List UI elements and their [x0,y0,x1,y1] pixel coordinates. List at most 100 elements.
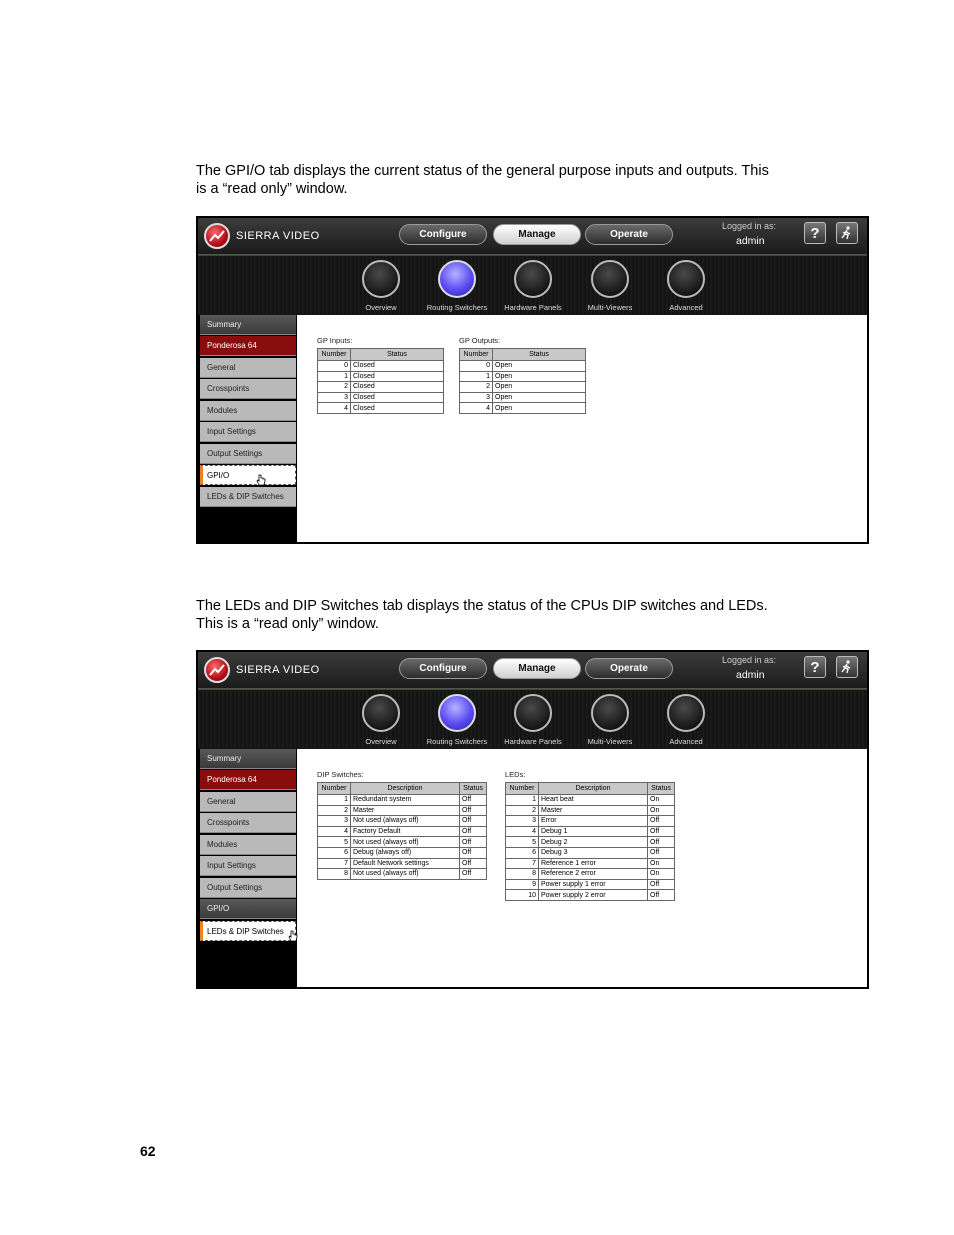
table-cell: Off [647,836,675,848]
table-cell: Power supply 2 error [538,889,648,901]
sidebar-item-input-settings[interactable]: Input Settings [200,422,296,442]
sidebar-item-ponderosa-64[interactable]: Ponderosa 64 [200,770,296,790]
sidebar-item-output-settings[interactable]: Output Settings [200,444,296,464]
advanced-tab-icon[interactable] [667,260,705,298]
sidebar-item-gpio[interactable]: GPI/O [200,899,296,919]
advanced-tab-icon[interactable] [667,694,705,732]
column-header: Description [538,782,648,795]
sidebar-item-ponderosa-64[interactable]: Ponderosa 64 [200,336,296,356]
overview-tab-label[interactable]: Overview [341,737,421,746]
table-cell: 1 [317,794,351,806]
page-number: 62 [140,1143,156,1159]
sidebar-item-modules[interactable]: Modules [200,835,296,855]
routing-switchers-tab-icon[interactable] [438,260,476,298]
advanced-tab-label[interactable]: Advanced [646,303,726,312]
table-cell: 2 [317,804,351,817]
hardware-panels-tab-icon[interactable] [514,694,552,732]
multi-viewers-tab-icon[interactable] [591,260,629,298]
table-cell: 2 [459,381,493,393]
sidebar-item-input-settings[interactable]: Input Settings [200,856,296,876]
sidebar-item-modules[interactable]: Modules [200,401,296,421]
table-cell: 6 [505,846,539,859]
table-row: 0 Closed [317,360,444,372]
brand-name: SIERRA VIDEO [236,664,320,676]
app-header: SIERRA VIDEO Configure Manage Operate Lo… [198,218,867,255]
table-cell: 7 [505,857,539,870]
hardware-panels-tab-label[interactable]: Hardware Panels [493,303,573,312]
overview-tab-label[interactable]: Overview [341,303,421,312]
table-cell: Off [647,825,675,838]
main-content: GP Inputs: Number Status 0 Closed 1 Closed 2 Clo… [297,315,867,542]
routing-switchers-tab-label[interactable]: Routing Switchers [417,737,497,746]
multi-viewers-tab-icon[interactable] [591,694,629,732]
sidebar-item-summary[interactable]: Summary [200,749,296,769]
sidebar-item-summary[interactable]: Summary [200,315,296,335]
table-row: 1 Heart beat On [505,794,675,806]
column-header: Number [459,348,493,361]
app-header: SIERRA VIDEO Configure Manage Operate Lo… [198,652,867,689]
table-row: 1 Redundant system Off [317,794,487,806]
sidebar-item-gpio[interactable]: GPI/O [200,465,296,485]
icon-tab-bar: Overview Routing Switchers Hardware Pane… [198,689,867,749]
sidebar-item-leds-dip-switches[interactable]: LEDs & DIP Switches [200,921,296,941]
hardware-panels-tab-label[interactable]: Hardware Panels [493,737,573,746]
configure-button[interactable]: Configure [399,658,487,679]
table-cell: 4 [459,402,493,414]
table-cell: Off [459,846,487,859]
column-header: Status [492,348,586,361]
table-cell: 4 [317,402,351,414]
sidebar-item-crosspoints[interactable]: Crosspoints [200,379,296,399]
table-row: 5 Not used (always off) Off [317,836,487,848]
table-row: 4 Open [459,402,586,414]
leds-title: LEDs: [505,770,526,779]
table-cell: 2 [505,804,539,817]
operate-button[interactable]: Operate [585,224,673,245]
leds-dip-screenshot: SIERRA VIDEO Configure Manage Operate Lo… [196,650,869,989]
logout-icon[interactable] [836,656,858,678]
sidebar-item-output-settings[interactable]: Output Settings [200,878,296,898]
table-row: 6 Debug 3 Off [505,846,675,859]
logged-in-label: Logged in as: [722,221,777,231]
sidebar: Summary Ponderosa 64 General Crosspoints… [198,315,296,542]
multi-viewers-tab-label[interactable]: Multi-Viewers [570,303,650,312]
table-cell: On [647,868,675,880]
table-cell: 5 [505,836,539,848]
brand-name: SIERRA VIDEO [236,230,320,242]
table-row: 9 Power supply 1 error Off [505,878,675,891]
overview-tab-icon[interactable] [362,694,400,732]
hand-cursor-icon [256,474,266,486]
configure-button[interactable]: Configure [399,224,487,245]
sidebar-item-crosspoints[interactable]: Crosspoints [200,813,296,833]
table-cell: 1 [459,370,493,383]
table-cell: Open [492,391,586,404]
sidebar-item-leds-dip-switches[interactable]: LEDs & DIP Switches [200,487,296,507]
routing-switchers-tab-icon[interactable] [438,694,476,732]
table-cell: 3 [459,391,493,404]
paragraph-line: The GPI/O tab displays the current statu… [196,163,769,179]
table-cell: Default Network settings [350,857,460,870]
table-cell: Open [492,370,586,383]
table-cell: 0 [459,360,493,372]
sidebar-item-general[interactable]: General [200,792,296,812]
operate-button[interactable]: Operate [585,658,673,679]
main-content: DIP Switches: Number Description Status 1 Red… [297,749,867,987]
paragraph-line: is a “read only” window. [196,181,348,197]
table-cell: Off [459,868,487,880]
multi-viewers-tab-label[interactable]: Multi-Viewers [570,737,650,746]
advanced-tab-label[interactable]: Advanced [646,737,726,746]
manage-button[interactable]: Manage [493,224,581,245]
logout-icon[interactable] [836,222,858,244]
help-icon[interactable]: ? [804,222,826,244]
table-cell: Off [459,857,487,870]
hardware-panels-tab-icon[interactable] [514,260,552,298]
table-row: 7 Default Network settings Off [317,857,487,870]
leds-intro-paragraph: The LEDs and DIP Switches tab displays t… [196,597,836,633]
help-icon[interactable]: ? [804,656,826,678]
table-row: 0 Open [459,360,586,372]
overview-tab-icon[interactable] [362,260,400,298]
routing-switchers-tab-label[interactable]: Routing Switchers [417,303,497,312]
paragraph-line: The LEDs and DIP Switches tab displays t… [196,598,768,614]
table-cell: 0 [317,360,351,372]
manage-button[interactable]: Manage [493,658,581,679]
sidebar-item-general[interactable]: General [200,358,296,378]
